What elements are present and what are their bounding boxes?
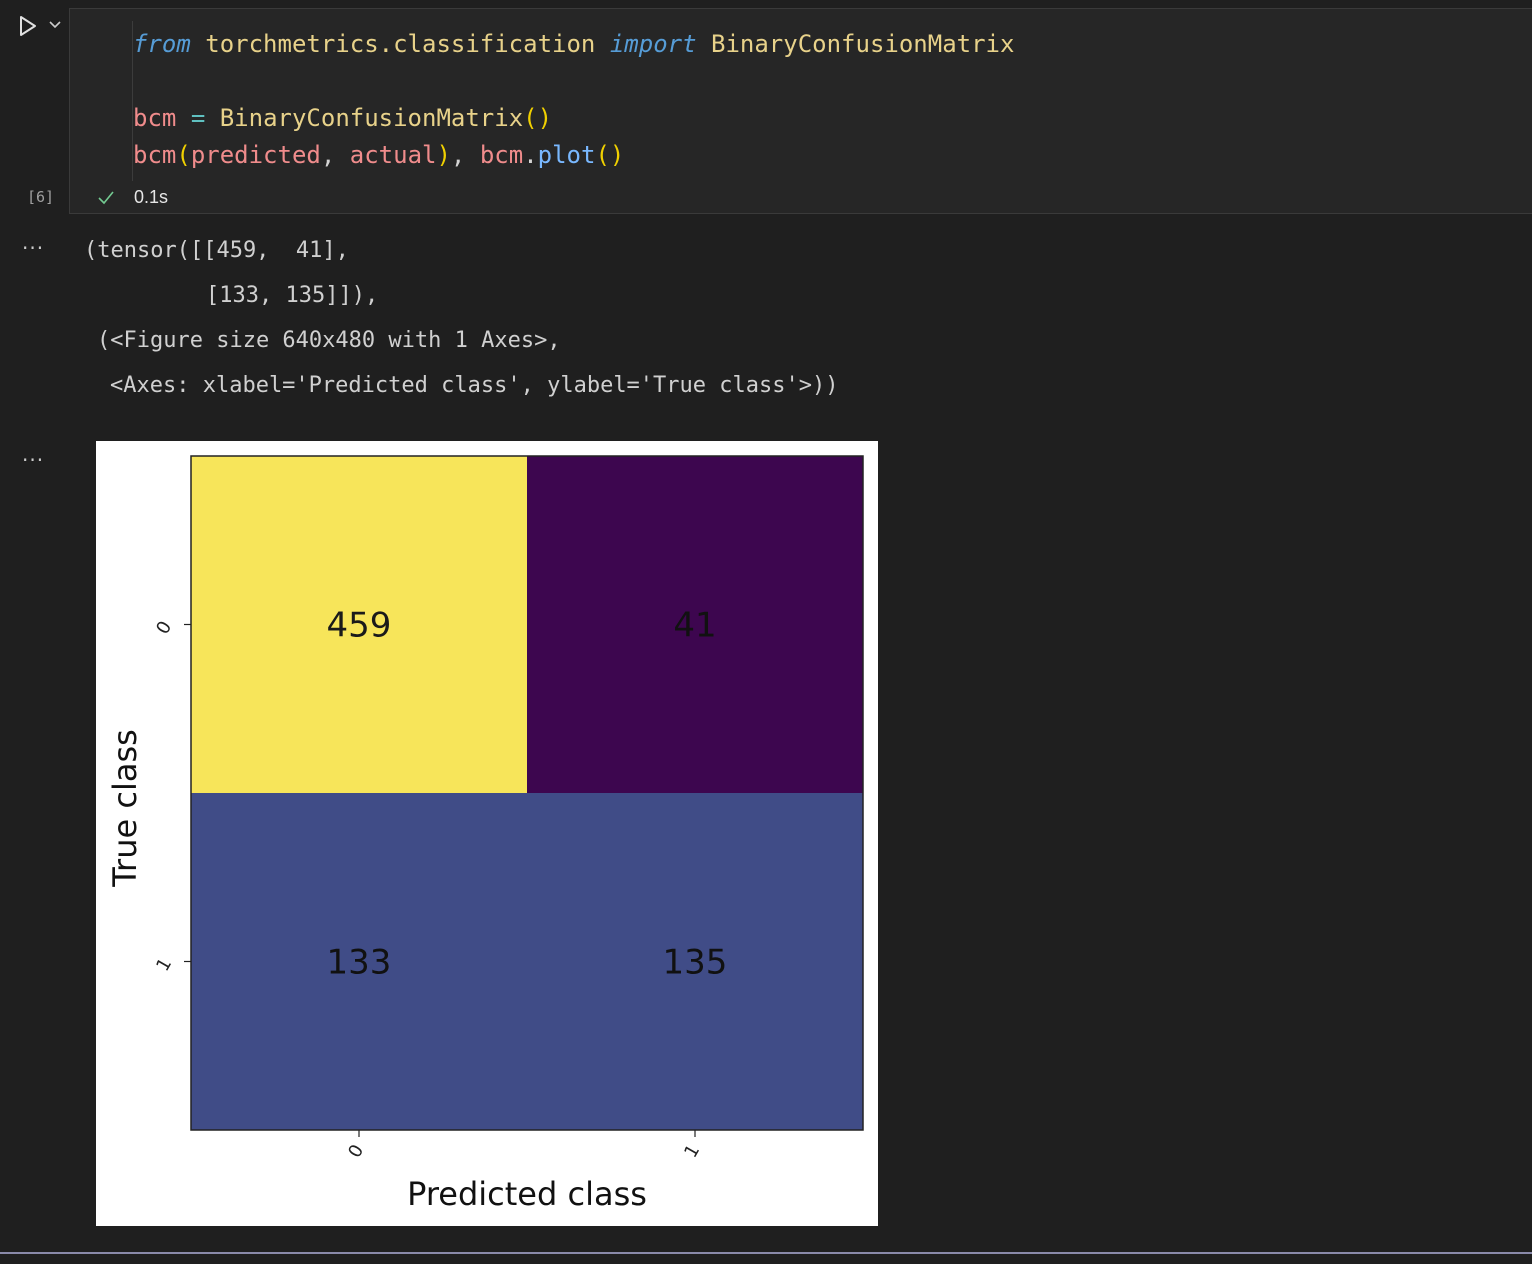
code-token: predicted	[190, 141, 321, 169]
code-token: bcm	[133, 104, 177, 132]
code-line: bcm(predicted, actual), bcm.plot()	[133, 140, 624, 170]
cell-status: 0.1s	[96, 187, 168, 208]
code-token: ,	[450, 141, 480, 169]
confusion-matrix-chart: 459 41 133 135 0 1 0 1 Predicted class True class	[106, 455, 864, 1213]
y-tick-label: 0	[152, 618, 176, 638]
cell-value-label: 135	[663, 943, 728, 983]
code-line: from torchmetrics.classification import …	[133, 29, 1014, 59]
output-text-line-3: (<Figure size 640x480 with 1 Axes>,	[97, 328, 561, 353]
code-token: (	[176, 141, 191, 169]
cell-value-label: 41	[673, 606, 716, 646]
code-token: =	[190, 104, 206, 132]
cell-value-label: 459	[327, 606, 392, 646]
play-icon	[20, 16, 36, 36]
run-cell-button[interactable]	[14, 12, 42, 40]
chevron-down-icon	[49, 21, 61, 29]
check-icon	[98, 190, 114, 204]
x-tick-label: 0	[344, 1141, 368, 1161]
output-more-button-2[interactable]: ...	[22, 444, 50, 468]
code-token: ()	[523, 104, 553, 132]
code-token: torchmetrics.classification	[205, 30, 596, 58]
output-text-line-2: [133, 135]]),	[206, 283, 379, 308]
execution-count: [6]	[27, 188, 55, 206]
output-text-line-1: (tensor([[459, 41],	[84, 238, 349, 263]
y-axis-label: True class	[106, 729, 144, 888]
code-token: from	[133, 30, 191, 58]
code-token: BinaryConfusionMatrix	[711, 30, 1015, 58]
run-options-dropdown[interactable]	[46, 16, 64, 34]
confusion-matrix-figure: 459 41 133 135 0 1 0 1 Predicted class True class	[96, 441, 878, 1226]
code-token: bcm	[133, 141, 177, 169]
code-token: bcm	[479, 141, 524, 169]
output-text-line-4: <Axes: xlabel='Predicted class', ylabel=…	[110, 373, 839, 398]
code-token: import	[609, 30, 697, 58]
code-token: BinaryConfusionMatrix	[219, 104, 524, 132]
code-token: ,	[320, 141, 350, 169]
cell-divider	[0, 1252, 1532, 1254]
code-token: .	[523, 141, 538, 169]
output-more-button-1[interactable]: ...	[22, 232, 50, 256]
x-axis-label: Predicted class	[407, 1175, 647, 1213]
y-tick-label: 1	[152, 955, 176, 975]
code-token: actual	[349, 141, 437, 169]
code-token: plot	[537, 141, 596, 169]
cell-value-label: 133	[327, 943, 392, 983]
code-token: ()	[595, 141, 625, 169]
code-token: )	[436, 141, 451, 169]
code-line: bcm = BinaryConfusionMatrix()	[133, 103, 552, 133]
execution-duration: 0.1s	[134, 187, 169, 207]
code-cell-editor[interactable]: from torchmetrics.classification import …	[69, 8, 1532, 214]
x-tick-label: 1	[680, 1141, 704, 1161]
